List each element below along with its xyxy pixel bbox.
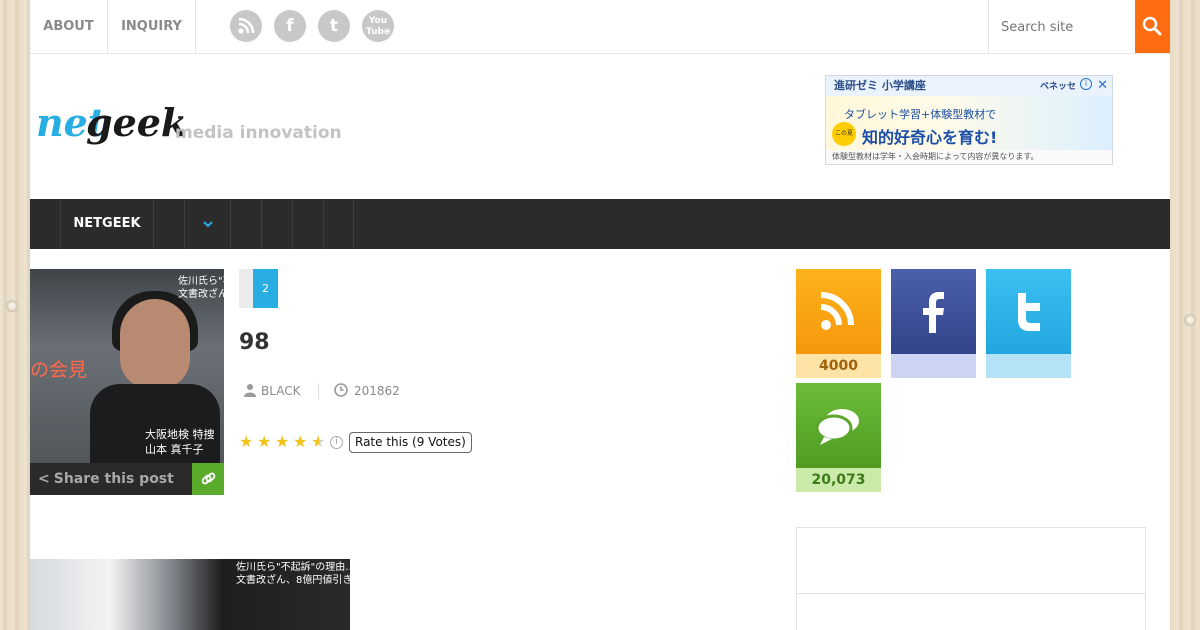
second-post-thumbnail[interactable]: 佐川氏ら"不起訴"の理由… 文書改ざん、8億円値引きで — [30, 559, 350, 630]
twitter-icon — [1018, 293, 1040, 331]
inquiry-link[interactable]: INQUIRY — [108, 0, 196, 54]
comments-counter-button[interactable] — [796, 383, 881, 468]
nav-item-netgeek[interactable]: NETGEEK — [60, 199, 153, 249]
rss-count: 4000 — [796, 354, 881, 378]
star-icon[interactable]: ★ — [257, 434, 273, 450]
site-logo[interactable]: net geek — [36, 100, 187, 160]
page: ABOUT INQUIRY f t YouTube net geek media… — [30, 0, 1170, 630]
search-button[interactable] — [1135, 0, 1170, 53]
post-photo: 佐川氏ら"不 文書改ざん の会見 大阪地検 特捜 山本 真千子 — [30, 269, 224, 464]
search-icon — [1142, 16, 1162, 36]
nav-item-blank[interactable] — [153, 199, 184, 249]
nav-item-blank[interactable] — [292, 199, 323, 249]
ad-line2: 知的好奇心を育む! — [862, 128, 998, 147]
nav-item-blank[interactable] — [323, 199, 354, 249]
post-date: 201862 — [334, 383, 400, 399]
post-thumbnail[interactable]: 佐川氏ら"不 文書改ざん の会見 大阪地検 特捜 山本 真千子 <Share t… — [30, 269, 224, 495]
author-name: BLACK — [261, 384, 301, 398]
advertisement[interactable]: 進研ゼミ 小学講座 ベネッセ i ✕ タブレット学習+体験型教材で この夏 知的… — [825, 75, 1113, 165]
second-thumb-caption: 佐川氏ら"不起訴"の理由… 文書改ざん、8億円値引きで — [236, 562, 350, 586]
twitter-icon[interactable]: t — [318, 10, 350, 42]
youtube-icon[interactable]: You Tube — [362, 10, 394, 42]
star-icon[interactable]: ★ — [293, 434, 309, 450]
pager-current[interactable]: 2 — [253, 269, 278, 308]
ad-info-icon[interactable]: i — [1080, 78, 1092, 90]
twitter-counter-button[interactable] — [986, 269, 1071, 354]
comments-count: 20,073 — [796, 468, 881, 492]
clock-icon — [334, 383, 348, 397]
star-icon[interactable]: ★ — [239, 434, 255, 450]
chevron-down-icon — [202, 220, 213, 227]
share-icon: < — [38, 471, 50, 487]
date-text: 201862 — [354, 384, 400, 398]
wall-nail — [1184, 314, 1196, 326]
ad-brand: ベネッセ — [1039, 82, 1076, 92]
sidebar-widget — [796, 527, 1146, 630]
about-link[interactable]: ABOUT — [30, 0, 108, 54]
search-box — [988, 0, 1135, 54]
rating-tooltip: Rate this (9 Votes) — [349, 432, 472, 453]
rss-icon[interactable] — [230, 10, 262, 42]
rss-icon — [820, 292, 854, 330]
thumb-caption-bottom: 大阪地検 特捜 山本 真千子 — [145, 428, 215, 456]
pager-prev[interactable] — [239, 269, 253, 308]
half-star-icon[interactable]: ★ — [311, 434, 327, 450]
link-icon — [201, 472, 216, 485]
twitter-count — [986, 354, 1071, 378]
facebook-icon — [923, 292, 944, 333]
logo-geek: geek — [86, 100, 188, 145]
top-bar: ABOUT INQUIRY f t You Tube — [30, 0, 1170, 54]
post-author[interactable]: BLACK — [243, 383, 300, 399]
facebook-icon[interactable]: f — [274, 10, 306, 42]
nav-item-blank[interactable] — [230, 199, 261, 249]
ad-badge: この夏 — [832, 122, 856, 146]
comments-icon — [815, 409, 859, 445]
nav-item-blank[interactable] — [261, 199, 292, 249]
facebook-count — [891, 354, 976, 378]
ad-badge-text: この夏 — [834, 130, 853, 137]
ad-close-icon[interactable]: ✕ — [1097, 78, 1108, 93]
rating-info-icon[interactable]: i — [330, 436, 343, 449]
thumb-caption-mid: の会見 — [30, 359, 88, 381]
share-this-post[interactable]: < Share this post — [30, 463, 192, 495]
rss-counter-button[interactable] — [796, 269, 881, 354]
photo-face — [120, 299, 190, 389]
wall-nail — [6, 300, 18, 312]
ad-line1: タブレット学習+体験型教材で — [844, 108, 997, 121]
nav-item-dropdown[interactable] — [184, 199, 230, 249]
facebook-counter-button[interactable] — [891, 269, 976, 354]
main-nav: NETGEEK — [30, 199, 1170, 249]
site-tagline: media innovation — [175, 123, 342, 143]
post-title[interactable]: 98 — [239, 330, 270, 355]
meta-divider — [318, 383, 319, 399]
thumb-caption-top: 佐川氏ら"不 文書改ざん — [178, 276, 224, 300]
widget-divider — [797, 593, 1145, 594]
ad-footnote: 体験型教材は学年・入会時期によって内容が異なります。 — [826, 150, 1112, 164]
permalink-button[interactable] — [192, 463, 224, 495]
user-icon — [244, 384, 256, 397]
star-icon[interactable]: ★ — [275, 434, 291, 450]
share-label: Share this post — [53, 471, 174, 487]
search-input[interactable] — [989, 0, 1129, 54]
